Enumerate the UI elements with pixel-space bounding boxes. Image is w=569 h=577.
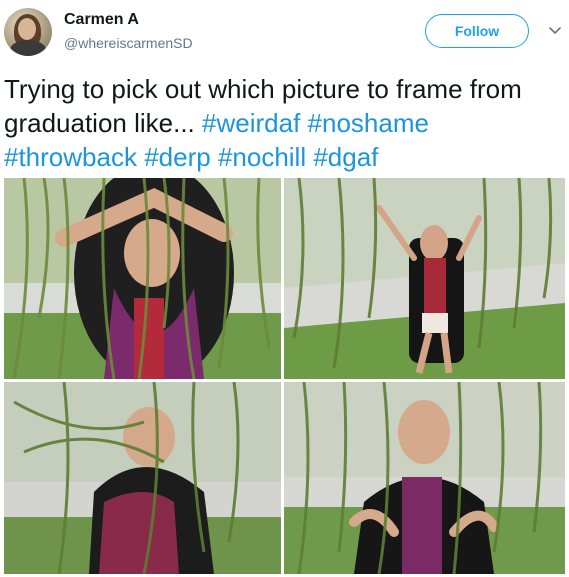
photo-1[interactable]: [4, 178, 281, 379]
photo-4[interactable]: [284, 382, 565, 574]
hashtag-link[interactable]: #derp: [144, 142, 211, 172]
tweet-text: Trying to pick out which picture to fram…: [4, 72, 566, 174]
hashtag-link[interactable]: #dgaf: [313, 142, 378, 172]
user-handle[interactable]: @whereiscarmenSD: [64, 35, 193, 51]
hashtag-link[interactable]: #weirdaf: [202, 108, 300, 138]
hashtag-link[interactable]: #nochill: [218, 142, 306, 172]
photo-grid: [4, 178, 565, 574]
chevron-down-icon[interactable]: [548, 24, 562, 38]
hashtag-link[interactable]: #noshame: [308, 108, 429, 138]
follow-button[interactable]: Follow: [425, 14, 529, 48]
photo-2[interactable]: [284, 178, 565, 379]
hashtag-link[interactable]: #throwback: [4, 142, 137, 172]
user-name[interactable]: Carmen A: [64, 11, 139, 29]
tweet-card: Carmen A @whereiscarmenSD Follow Trying …: [0, 0, 569, 577]
avatar[interactable]: [4, 8, 52, 56]
photo-3[interactable]: [4, 382, 281, 574]
